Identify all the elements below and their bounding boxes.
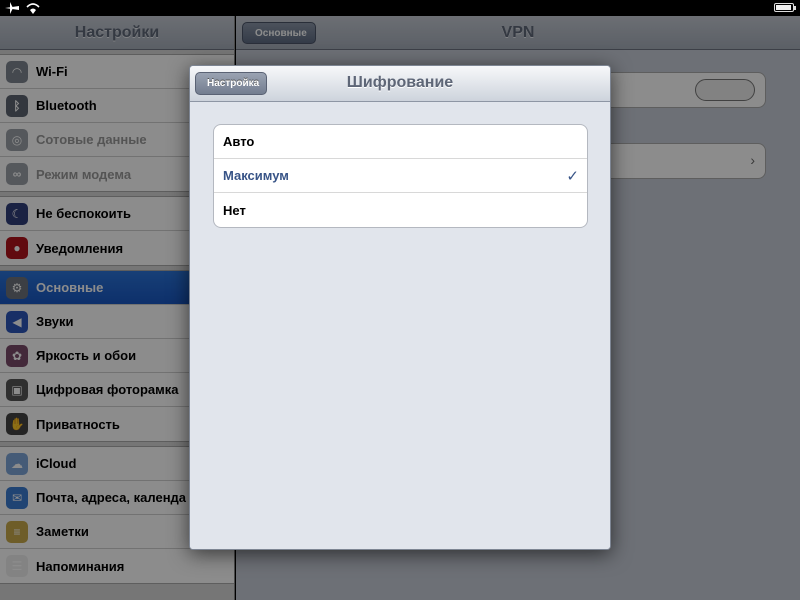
wifi-settings-icon: ◠ <box>6 60 28 83</box>
encryption-modal: Настройка Шифрование Авто Максимум ✓ Нет <box>189 65 611 550</box>
modal-title: Шифрование <box>346 74 454 91</box>
modal-navbar: Настройка Шифрование <box>190 66 610 102</box>
modal-body: Авто Максимум ✓ Нет <box>190 124 610 549</box>
sidebar-navbar: Настройки <box>0 16 234 50</box>
notifications-icon: ● <box>6 237 28 259</box>
status-bar <box>0 0 800 16</box>
option-none[interactable]: Нет <box>214 193 587 227</box>
hand-icon: ✋ <box>6 413 28 435</box>
sidebar-item-label: Основные <box>36 280 104 295</box>
cloud-icon: ☁ <box>6 452 28 475</box>
sidebar-item-label: Не беспокоить <box>36 206 131 221</box>
vpn-toggle[interactable] <box>695 79 755 101</box>
sidebar-item-label: Приватность <box>36 416 120 432</box>
sidebar-item-label: Напоминания <box>36 558 125 574</box>
sidebar-item-label: Режим модема <box>36 166 132 182</box>
option-label: Нет <box>223 202 246 218</box>
mail-icon: ✉ <box>6 486 28 509</box>
option-label: Максимум <box>223 168 289 183</box>
detail-title: VPN <box>501 24 535 41</box>
speaker-icon: ◀ <box>6 310 28 333</box>
moon-icon: ☾ <box>6 202 28 225</box>
sidebar-item-label: Яркость и обои <box>36 348 137 363</box>
sidebar-item-label: Заметки <box>36 524 89 539</box>
encryption-options: Авто Максимум ✓ Нет <box>213 124 588 228</box>
flower-icon: ✿ <box>6 344 28 367</box>
reminders-icon: ☰ <box>6 555 28 577</box>
gear-icon: ⚙ <box>6 276 28 299</box>
sidebar-item-label: Почта, адреса, календа <box>36 490 187 505</box>
sidebar-item-label: iCloud <box>36 456 77 471</box>
sidebar-item-label: Цифровая фоторамка <box>36 382 179 397</box>
detail-navbar: Основные VPN <box>236 16 800 50</box>
notes-icon: ≡ <box>6 520 28 543</box>
sidebar-item[interactable]: ☰ Напоминания <box>0 549 234 583</box>
battery-icon <box>774 3 796 12</box>
sidebar-item-label: Уведомления <box>36 240 124 256</box>
bluetooth-icon: ᛒ <box>6 94 28 117</box>
sidebar-item-label: Wi-Fi <box>36 64 68 79</box>
sidebar-item-label: Звуки <box>36 314 74 329</box>
sidebar-item-label: Сотовые данные <box>36 132 147 147</box>
photo-frame-icon: ▣ <box>6 378 28 401</box>
option-label: Авто <box>223 134 255 149</box>
sidebar-item-label: Bluetooth <box>36 98 97 113</box>
cellular-icon: ◎ <box>6 128 28 151</box>
option-maximum[interactable]: Максимум ✓ <box>214 159 587 193</box>
checkmark-icon: ✓ <box>566 168 579 185</box>
hotspot-icon: ∞ <box>6 163 28 185</box>
sidebar-title: Настройки <box>74 24 160 41</box>
vpn-config-row[interactable]: › <box>586 143 766 179</box>
chevron-right-icon: › <box>750 152 755 168</box>
vpn-toggle-row[interactable] <box>586 72 766 108</box>
option-auto[interactable]: Авто <box>214 125 587 159</box>
